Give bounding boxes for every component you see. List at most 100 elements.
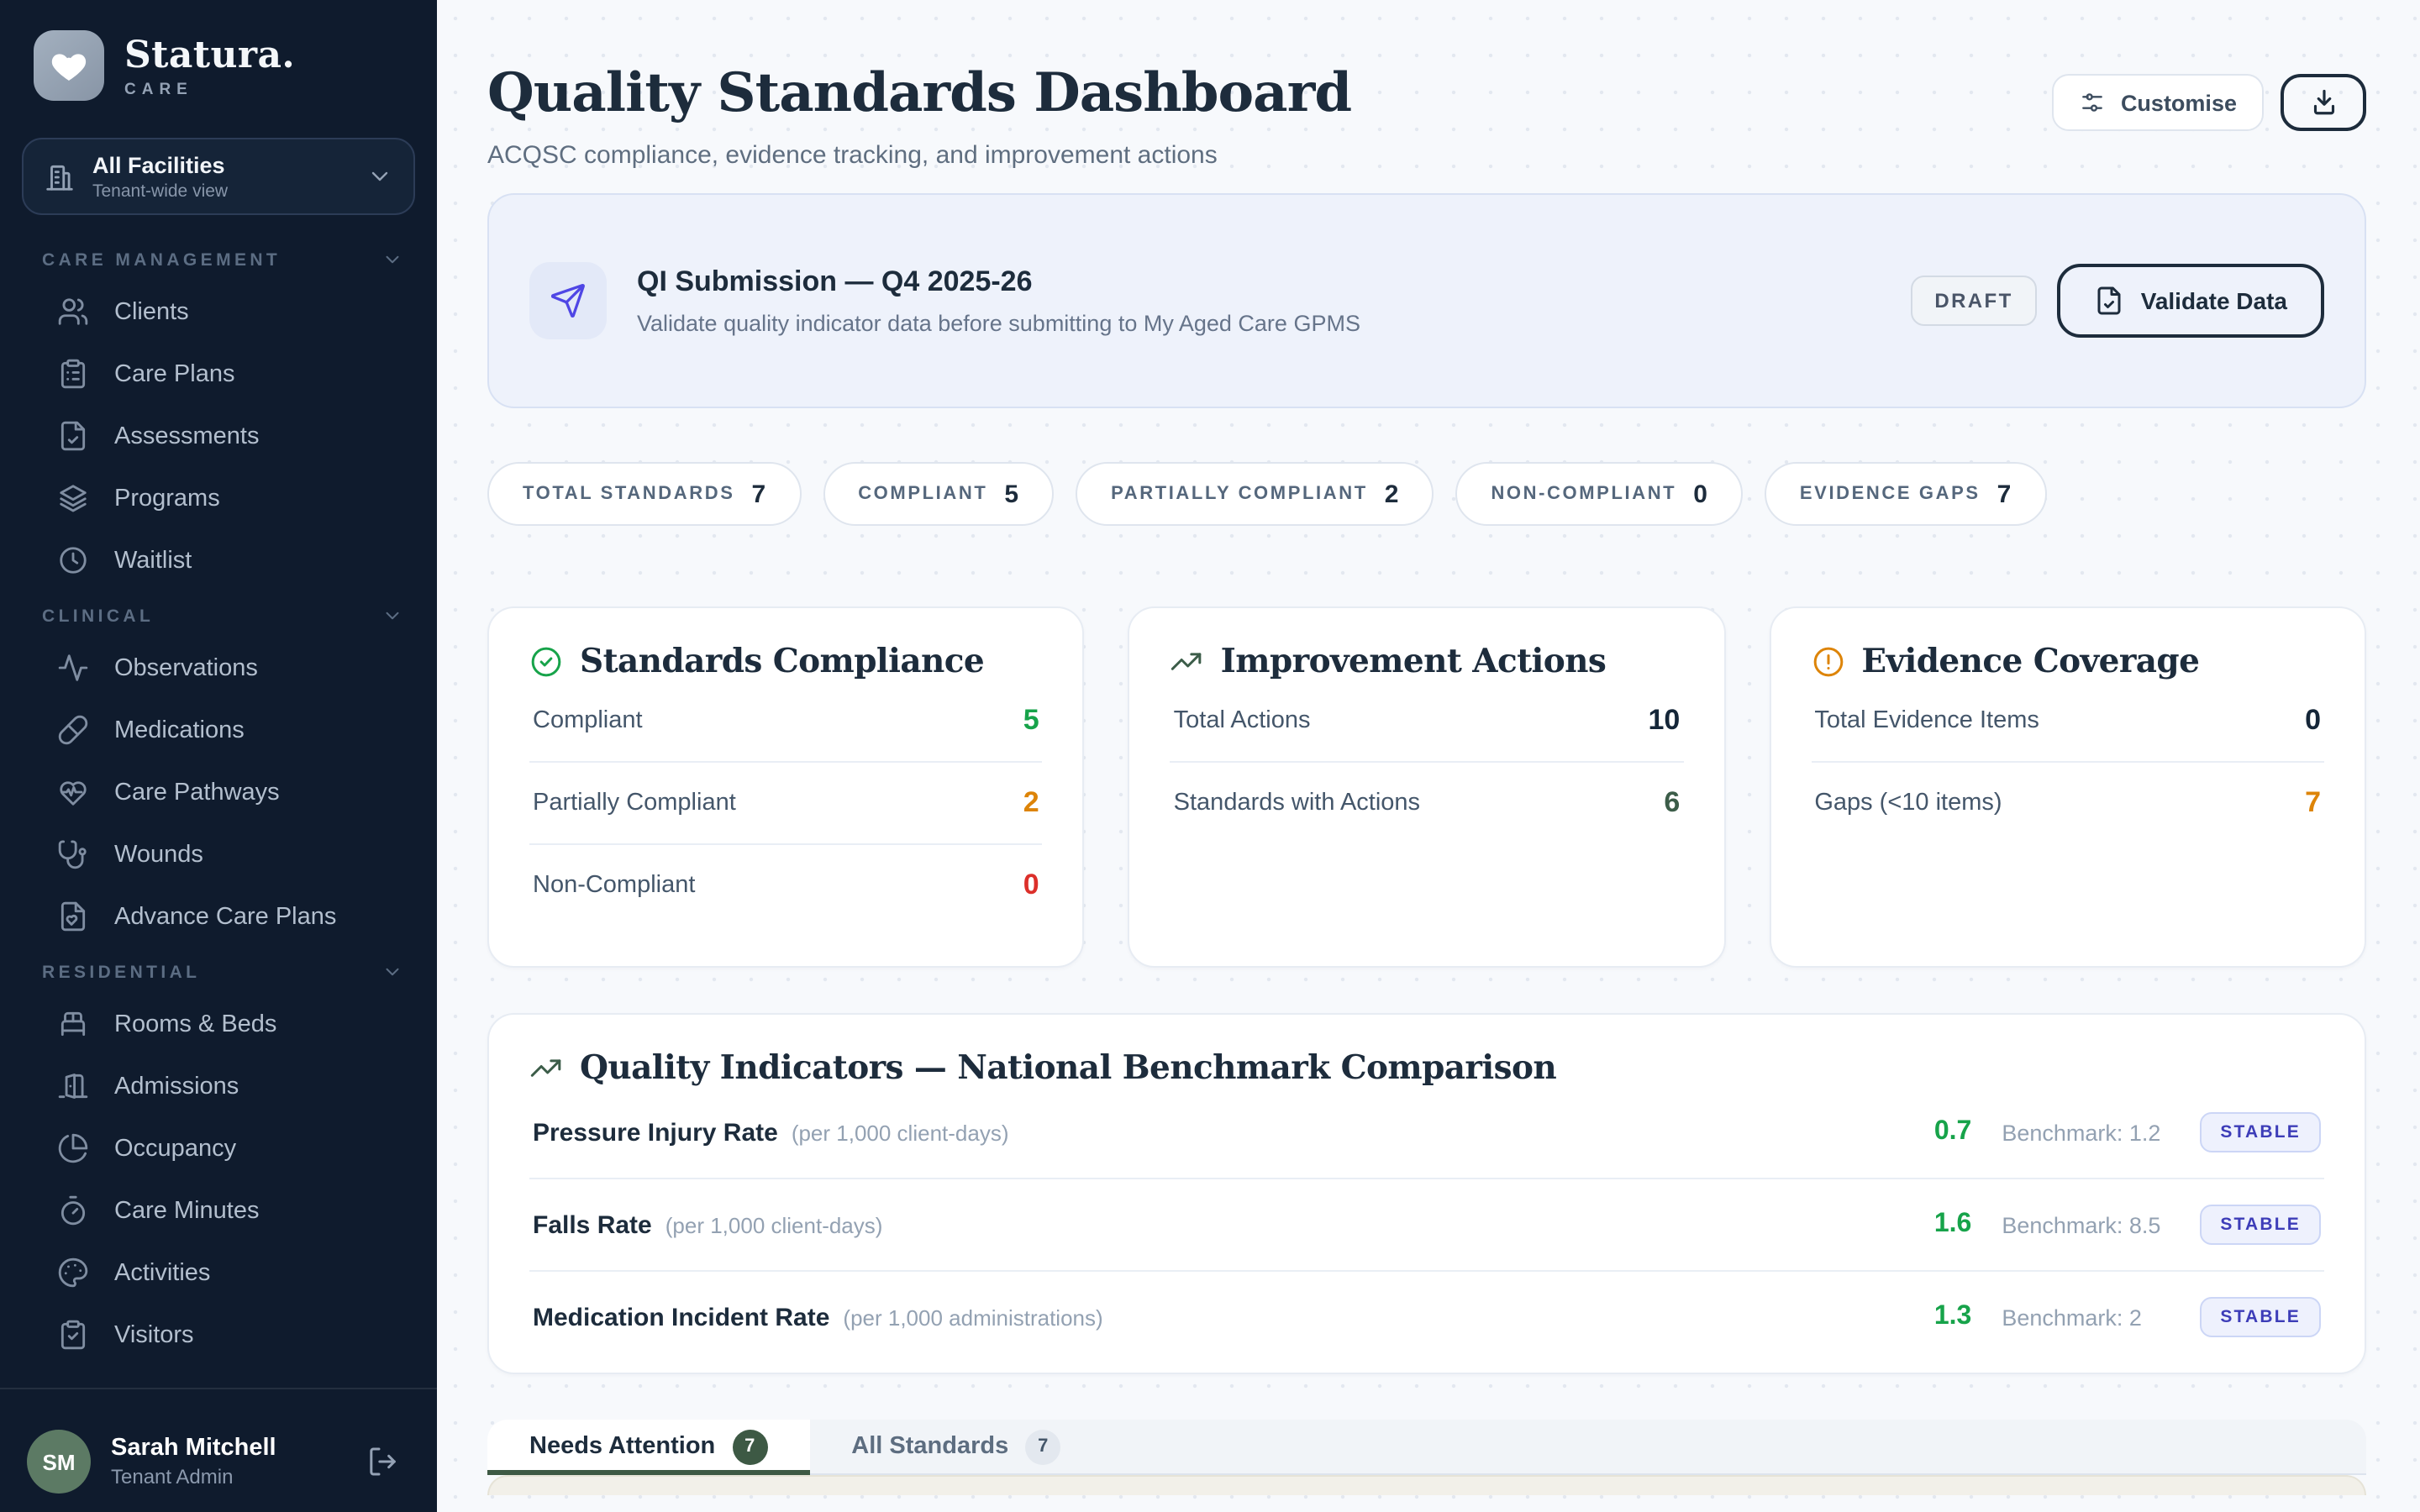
count-badge: 7 — [732, 1429, 767, 1464]
sidebar-item-medications[interactable]: Medications — [0, 699, 437, 761]
sidebar-item-label: Admissions — [114, 1073, 239, 1100]
tab-needs-attention[interactable]: Needs Attention 7 — [487, 1420, 809, 1473]
logout-icon — [366, 1445, 400, 1478]
count-badge: 7 — [1025, 1429, 1060, 1464]
stat-row: Gaps (<10 items) 7 — [1811, 763, 2324, 843]
section-header-care-management[interactable]: CARE MANAGEMENT — [0, 235, 437, 281]
brand: Statura. CARE — [0, 0, 437, 128]
indicator-row-pressure-injury: Pressure Injury Rate (per 1,000 client-d… — [529, 1087, 2324, 1179]
summary-cards: Standards Compliance Compliant 5 Partial… — [487, 606, 2366, 968]
sidebar-item-label: Activities — [114, 1259, 210, 1286]
sidebar-item-rooms-beds[interactable]: Rooms & Beds — [0, 993, 437, 1055]
circle-check-icon — [529, 644, 563, 678]
card-title: Standards Compliance — [580, 642, 984, 680]
sidebar-item-care-pathways[interactable]: Care Pathways — [0, 761, 437, 823]
stat-row: Partially Compliant 2 — [529, 763, 1043, 845]
users-icon — [57, 296, 89, 328]
pill-evidence-gaps: EVIDENCE GAPS 7 — [1765, 462, 2046, 526]
quality-indicators-card: Quality Indicators — National Benchmark … — [487, 1013, 2366, 1374]
customise-label: Customise — [2121, 90, 2237, 115]
card-title: Evidence Coverage — [1861, 642, 2199, 680]
sidebar-item-occupancy[interactable]: Occupancy — [0, 1117, 437, 1179]
section-header-residential[interactable]: RESIDENTIAL — [0, 948, 437, 993]
validate-data-label: Validate Data — [2141, 287, 2287, 314]
validate-data-button[interactable]: Validate Data — [2057, 264, 2324, 338]
brand-name: Statura. — [124, 33, 295, 76]
chevron-down-icon — [381, 605, 403, 627]
building-icon — [44, 160, 76, 192]
stat-row: Total Actions 10 — [1171, 680, 1684, 763]
next-section-card-preview — [487, 1475, 2366, 1495]
card-title: Improvement Actions — [1221, 642, 1607, 680]
clipboard-list-icon — [57, 358, 89, 390]
customise-button[interactable]: Customise — [2052, 74, 2264, 131]
stat-row: Compliant 5 — [529, 680, 1043, 763]
sidebar-item-clients[interactable]: Clients — [0, 281, 437, 343]
sidebar-item-label: Care Minutes — [114, 1197, 259, 1224]
activity-icon — [57, 652, 89, 684]
trending-up-icon — [529, 1051, 563, 1084]
clock-icon — [57, 544, 89, 576]
pill-total-standards: TOTAL STANDARDS 7 — [487, 462, 801, 526]
file-heart-icon — [57, 900, 89, 932]
sidebar-item-label: Medications — [114, 717, 245, 743]
sidebar-item-activities[interactable]: Activities — [0, 1242, 437, 1304]
indicator-row-falls: Falls Rate (per 1,000 client-days) 1.6 B… — [529, 1179, 2324, 1272]
user-name: Sarah Mitchell — [111, 1435, 276, 1462]
pill-compliant: COMPLIANT 5 — [823, 462, 1054, 526]
user-role: Tenant Admin — [111, 1465, 276, 1488]
facility-selector[interactable]: All Facilities Tenant-wide view — [22, 138, 415, 215]
timer-icon — [57, 1194, 89, 1226]
tab-all-standards[interactable]: All Standards 7 — [809, 1420, 1102, 1473]
sidebar-item-assessments[interactable]: Assessments — [0, 405, 437, 467]
sidebar-item-wounds[interactable]: Wounds — [0, 823, 437, 885]
stat-row: Total Evidence Items 0 — [1811, 680, 2324, 763]
sidebar-item-waitlist[interactable]: Waitlist — [0, 529, 437, 591]
sidebar-item-programs[interactable]: Programs — [0, 467, 437, 529]
section-title: Quality Indicators — National Benchmark … — [580, 1048, 1556, 1087]
palette-icon — [57, 1257, 89, 1289]
sidebar-item-label: Care Pathways — [114, 779, 280, 806]
sidebar-item-care-minutes[interactable]: Care Minutes — [0, 1179, 437, 1242]
logout-button[interactable] — [360, 1438, 407, 1485]
sidebar-item-advance-care-plans[interactable]: Advance Care Plans — [0, 885, 437, 948]
trending-up-icon — [1171, 644, 1204, 678]
brand-tagline: CARE — [124, 80, 295, 98]
sidebar-item-admissions[interactable]: Admissions — [0, 1055, 437, 1117]
main-content: Quality Standards Dashboard ACQSC compli… — [437, 0, 2420, 1512]
chevron-down-icon — [381, 249, 403, 270]
banner-title: QI Submission — Q4 2025-26 — [637, 265, 1911, 299]
sidebar-item-care-plans[interactable]: Care Plans — [0, 343, 437, 405]
facility-sublabel: Tenant-wide view — [92, 181, 366, 201]
brand-heart-icon — [34, 30, 104, 101]
file-check-icon — [2094, 286, 2124, 316]
section-label: RESIDENTIAL — [42, 962, 200, 982]
sidebar-item-label: Rooms & Beds — [114, 1011, 276, 1037]
section-header-clinical[interactable]: CLINICAL — [0, 591, 437, 637]
section-label: CARE MANAGEMENT — [42, 249, 281, 270]
sidebar-item-label: Care Plans — [114, 360, 234, 387]
file-check-icon — [57, 420, 89, 452]
standards-tabs: Needs Attention 7 All Standards 7 — [487, 1420, 2366, 1475]
pill-partially-compliant: PARTIALLY COMPLIANT 2 — [1076, 462, 1434, 526]
sidebar-item-label: Occupancy — [114, 1135, 236, 1162]
sidebar-item-label: Waitlist — [114, 547, 192, 574]
indicator-row-medication-incident: Medication Incident Rate (per 1,000 admi… — [529, 1272, 2324, 1362]
status-badge-stable: STABLE — [2200, 1297, 2321, 1337]
user-footer: SM Sarah Mitchell Tenant Admin — [0, 1388, 437, 1512]
heart-pulse-icon — [57, 776, 89, 808]
sidebar-item-label: Observations — [114, 654, 258, 681]
send-icon — [529, 262, 607, 339]
header-actions: Customise — [2052, 74, 2366, 131]
export-button[interactable] — [2281, 74, 2366, 131]
sidebar-item-visitors[interactable]: Visitors — [0, 1304, 437, 1366]
app-root: Statura. CARE All Facilities Tenant-wide… — [0, 0, 2420, 1512]
bed-icon — [57, 1008, 89, 1040]
status-badge-stable: STABLE — [2200, 1112, 2321, 1152]
alert-circle-icon — [1811, 644, 1844, 678]
card-evidence-coverage: Evidence Coverage Total Evidence Items 0… — [1769, 606, 2366, 968]
sidebar-item-label: Programs — [114, 485, 220, 512]
door-open-icon — [57, 1070, 89, 1102]
pill-non-compliant: NON-COMPLIANT 0 — [1455, 462, 1742, 526]
sidebar-item-observations[interactable]: Observations — [0, 637, 437, 699]
